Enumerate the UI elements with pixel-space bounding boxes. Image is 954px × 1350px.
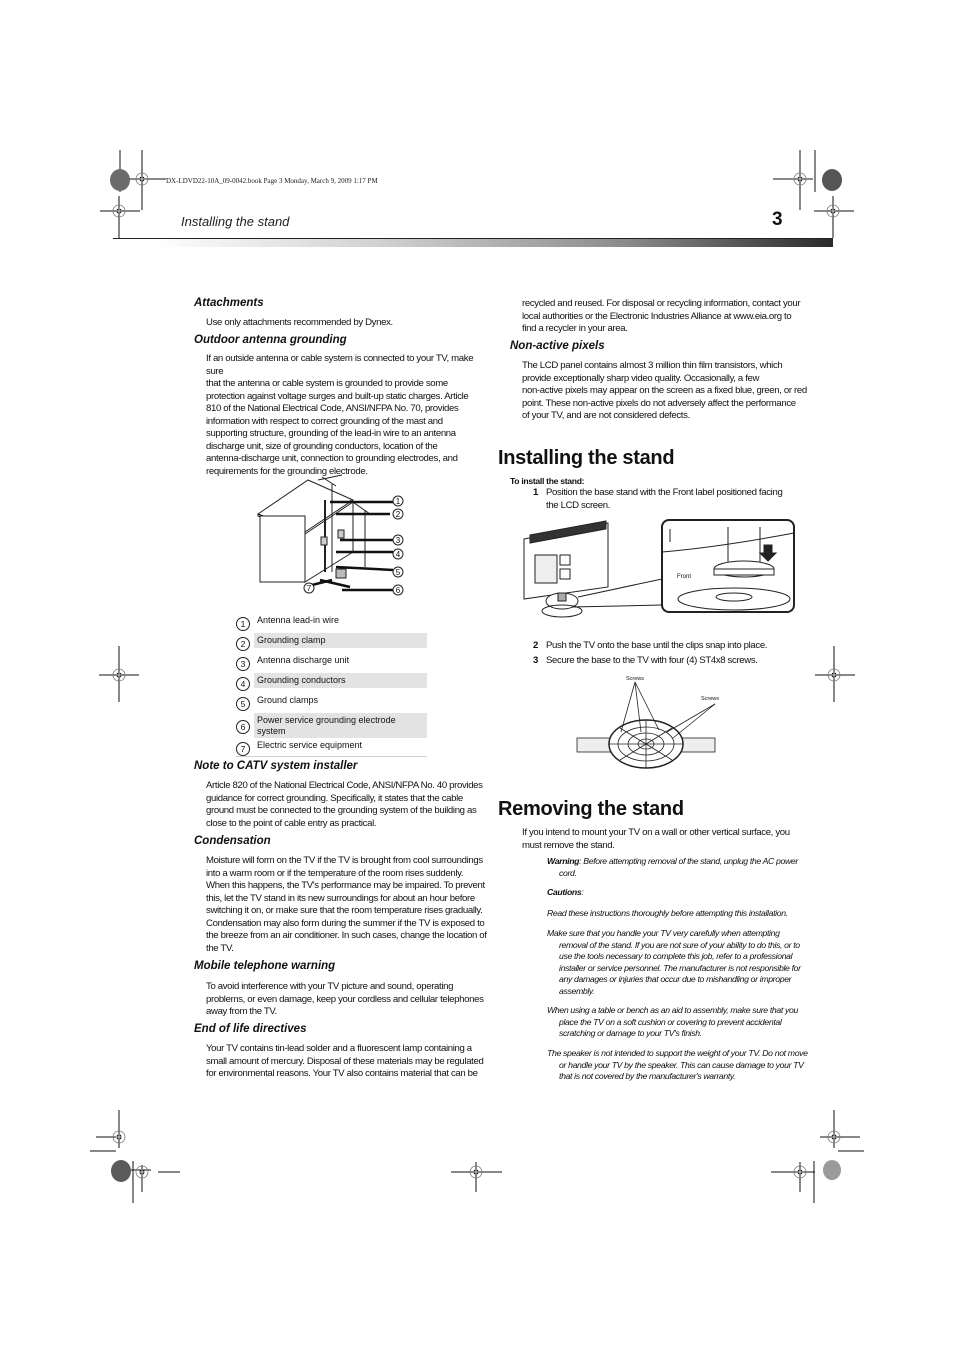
base-screws-figure: Screws Screws — [576, 676, 719, 769]
step-1: 1 Position the base stand with the Front… — [533, 487, 783, 511]
legend-row: 6 Power service grounding electrode syst… — [236, 713, 427, 738]
callout-7: 7 — [307, 584, 312, 593]
installing-heading: Installing the stand — [498, 447, 675, 469]
antenna-grounding-diagram: 1 2 3 4 5 6 7 — [256, 474, 404, 596]
callout-2: 2 — [396, 510, 401, 519]
callout-3: 3 — [396, 536, 401, 545]
condensation-heading: Condensation — [194, 835, 271, 847]
outdoor-antenna-body: If an outside antenna or cable system is… — [206, 353, 474, 477]
caution-item: Read these instructions thoroughly befor… — [547, 908, 788, 918]
cautions-heading: Cautions: — [547, 887, 584, 897]
end-of-life-body: Your TV contains tin-lead solder and a f… — [206, 1043, 484, 1079]
legend-row: 1 Antenna lead-in wire — [236, 613, 427, 633]
file-slug: DX-LDVD22-10A_09-0042.book Page 3 Monday… — [166, 177, 378, 185]
legend-row: 3 Antenna discharge unit — [236, 653, 427, 673]
warning-label: Warning — [547, 856, 580, 866]
warning-note: Warning: Before attempting removal of th… — [547, 856, 798, 878]
legend-row: 5 Ground clamps — [236, 693, 427, 713]
legend-bottom-rule — [236, 756, 427, 757]
legend-row: 4 Grounding conductors — [236, 673, 427, 693]
callout-1: 1 — [396, 497, 401, 506]
procedure-label: To install the stand: — [510, 476, 585, 486]
condensation-body: Moisture will form on the TV if the TV i… — [206, 855, 487, 954]
front-label: Front — [677, 574, 691, 580]
caution-item: When using a table or bench as an aid to… — [547, 1005, 798, 1038]
registration-marks — [90, 150, 864, 1203]
mobile-heading: Mobile telephone warning — [194, 960, 336, 972]
screws-label: Screws — [701, 696, 719, 702]
header-gradient-bar — [150, 239, 833, 247]
callout-6: 6 — [396, 586, 401, 595]
legend-row: 2 Grounding clamp — [236, 633, 427, 653]
removing-intro: If you intend to mount your TV on a wall… — [522, 827, 790, 851]
end-of-life-continued: recycled and reused. For disposal or rec… — [522, 298, 801, 334]
catv-body: Article 820 of the National Electrical C… — [206, 780, 483, 829]
removing-heading: Removing the stand — [498, 798, 684, 820]
end-of-life-heading: End of life directives — [194, 1023, 307, 1035]
page-number: 3 — [772, 209, 783, 230]
attachments-body: Use only attachments recommended by Dyne… — [206, 317, 393, 328]
non-active-body: The LCD panel contains almost 3 million … — [522, 360, 807, 421]
non-active-heading: Non-active pixels — [510, 340, 605, 352]
attachments-heading: Attachments — [194, 297, 264, 309]
step-3: 3 Secure the base to the TV with four (4… — [533, 655, 758, 666]
catv-heading: Note to CATV system installer — [194, 760, 358, 772]
diagram-legend: 1 Antenna lead-in wire 2 Grounding clamp… — [236, 613, 427, 758]
screws-label: Screws — [626, 676, 644, 682]
caution-item: The speaker is not intended to support t… — [547, 1048, 808, 1081]
outdoor-antenna-heading: Outdoor antenna grounding — [194, 334, 347, 346]
mobile-body: To avoid interference with your TV pictu… — [206, 981, 484, 1017]
step-2: 2 Push the TV onto the base until the cl… — [533, 640, 768, 651]
stand-installation-figure: Front — [523, 519, 795, 618]
callout-4: 4 — [396, 550, 401, 559]
running-head: Installing the stand — [181, 214, 290, 229]
caution-item: Make sure that you handle your TV very c… — [547, 928, 801, 996]
callout-5: 5 — [396, 568, 401, 577]
legend-row: 7 Electric service equipment — [236, 738, 427, 758]
